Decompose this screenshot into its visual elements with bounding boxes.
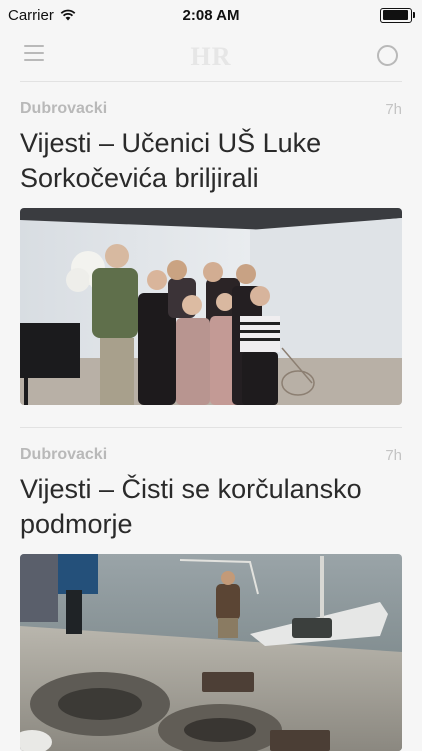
article-time: 7h — [385, 100, 402, 118]
battery-level-fill — [382, 10, 408, 20]
harbor-photo-illustration — [20, 554, 402, 751]
article-image[interactable] — [20, 208, 402, 405]
news-feed: Dubrovacki 7h Vijesti – Učenici UŠ Luke … — [0, 82, 422, 751]
carrier-label: Carrier — [8, 6, 54, 24]
article-source: Dubrovacki — [20, 100, 108, 117]
status-left: Carrier — [0, 7, 76, 24]
article-meta: Dubrovacki 7h — [20, 82, 402, 118]
article-meta: Dubrovacki 7h — [20, 428, 402, 464]
group-photo-illustration — [20, 208, 402, 405]
article-title[interactable]: Vijesti – Čisti se korčulansko podmorje — [20, 472, 402, 542]
article-source: Dubrovacki — [20, 446, 108, 463]
app-logo: HR — [190, 42, 232, 71]
article-image[interactable] — [20, 554, 402, 751]
circle-icon[interactable] — [377, 45, 398, 66]
article-time: 7h — [385, 446, 402, 464]
article-card[interactable]: Dubrovacki 7h Vijesti – Čisti se korčula… — [0, 428, 422, 751]
article-card[interactable]: Dubrovacki 7h Vijesti – Učenici UŠ Luke … — [0, 82, 422, 428]
wifi-icon — [60, 9, 76, 21]
navigation-bar: HR — [0, 30, 422, 82]
article-title[interactable]: Vijesti – Učenici UŠ Luke Sorkočevića br… — [20, 126, 402, 196]
status-bar: Carrier 2:08 AM — [0, 0, 422, 30]
battery-icon — [380, 7, 415, 23]
